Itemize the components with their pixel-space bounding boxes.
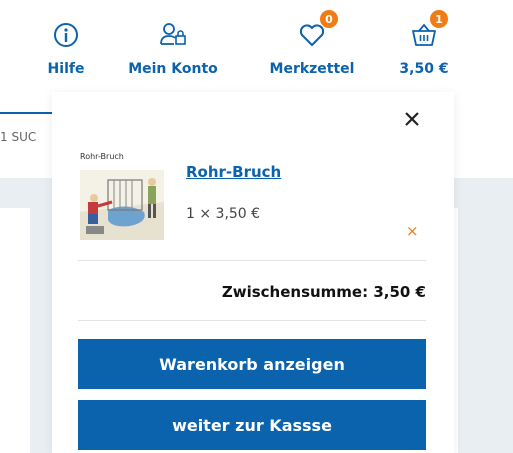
- nav-account-label: Mein Konto: [128, 61, 218, 77]
- nav-help[interactable]: Hilfe: [36, 22, 96, 77]
- nav-wishlist[interactable]: 0 Merkzettel: [260, 10, 364, 77]
- nav-help-label: Hilfe: [47, 61, 85, 77]
- mini-cart-popup: Rohr-Bruch Rohr-Bruch 1 × 3,50 € × Zwisc…: [52, 92, 454, 453]
- product-title-link[interactable]: Rohr-Bruch: [186, 163, 281, 181]
- nav-account[interactable]: Mein Konto: [118, 22, 228, 77]
- divider: [78, 260, 426, 261]
- product-thumbnail[interactable]: Rohr-Bruch: [78, 152, 165, 243]
- product-illustration: [80, 170, 164, 240]
- nav-wishlist-label: Merkzettel: [269, 61, 355, 77]
- divider: [78, 320, 426, 321]
- user-lock-icon: [160, 23, 186, 45]
- view-cart-button[interactable]: Warenkorb anzeigen: [78, 339, 426, 389]
- content-block-right: [458, 208, 513, 453]
- product-quantity-price: 1 × 3,50 €: [186, 206, 261, 222]
- close-icon[interactable]: [402, 109, 422, 129]
- search-tab-label: 1 SUC: [0, 130, 37, 144]
- checkout-button[interactable]: weiter zur Kassse: [78, 400, 426, 450]
- wishlist-count-badge: 0: [320, 10, 338, 28]
- nav-cart-total: 3,50 €: [399, 61, 449, 77]
- nav-cart[interactable]: 1 3,50 €: [392, 10, 456, 77]
- subtotal: Zwischensumme: 3,50 €: [221, 283, 426, 301]
- cart-count-badge: 1: [430, 10, 448, 28]
- info-circle-icon: [54, 23, 78, 47]
- heart-icon: [299, 24, 325, 46]
- remove-item-icon[interactable]: ×: [406, 222, 419, 240]
